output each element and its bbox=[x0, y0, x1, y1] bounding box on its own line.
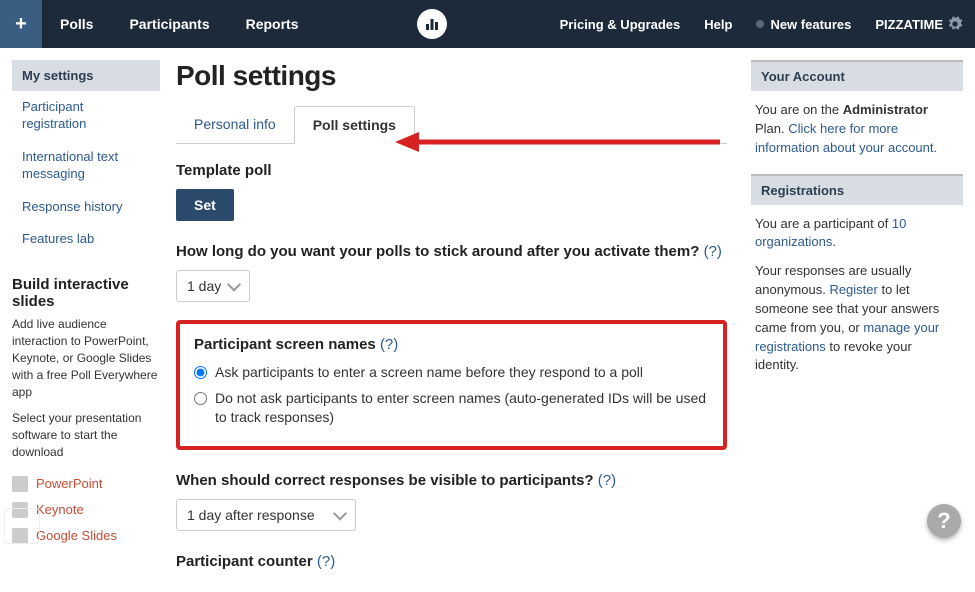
sidebar-participant-registration[interactable]: Participant registration bbox=[12, 91, 160, 141]
stick-around-select[interactable]: 1 day bbox=[176, 270, 250, 302]
build-slides-heading: Build interactive slides bbox=[12, 276, 160, 310]
nav-polls[interactable]: Polls bbox=[42, 0, 111, 48]
participant-counter-label: Participant counter (?) bbox=[176, 553, 727, 570]
template-poll-label: Template poll bbox=[176, 162, 727, 179]
tab-poll-settings[interactable]: Poll settings bbox=[294, 106, 415, 144]
radio-input[interactable] bbox=[194, 392, 207, 405]
your-account-heading: Your Account bbox=[751, 60, 963, 91]
registrations-heading: Registrations bbox=[751, 174, 963, 205]
page-title: Poll settings bbox=[176, 60, 727, 92]
correct-responses-select[interactable]: 1 day after response bbox=[176, 499, 356, 531]
screen-names-label: Participant screen names (?) bbox=[194, 336, 709, 353]
radio-ask-screen-name[interactable]: Ask participants to enter a screen name … bbox=[194, 363, 709, 383]
sidebar: My settings Participant registration Int… bbox=[12, 60, 160, 580]
sidebar-response-history[interactable]: Response history bbox=[12, 191, 160, 224]
radio-label: Ask participants to enter a screen name … bbox=[215, 363, 643, 383]
nav-help[interactable]: Help bbox=[692, 0, 744, 48]
tab-personal-info[interactable]: Personal info bbox=[176, 106, 294, 143]
radio-label: Do not ask participants to enter screen … bbox=[215, 389, 709, 428]
nav-participants[interactable]: Participants bbox=[111, 0, 227, 48]
stick-around-question: How long do you want your polls to stick… bbox=[176, 243, 727, 260]
sidebar-my-settings[interactable]: My settings bbox=[12, 60, 160, 91]
nav-reports[interactable]: Reports bbox=[228, 0, 317, 48]
dot-icon bbox=[756, 20, 764, 28]
nav-pricing[interactable]: Pricing & Upgrades bbox=[548, 0, 693, 48]
bars-icon bbox=[424, 16, 440, 32]
sidebar-intl-text[interactable]: International text messaging bbox=[12, 141, 160, 191]
help-icon[interactable]: (?) bbox=[317, 553, 335, 570]
help-icon[interactable]: (?) bbox=[598, 472, 616, 489]
sidebar-features-lab[interactable]: Features lab bbox=[12, 223, 160, 256]
logo[interactable] bbox=[317, 9, 548, 39]
top-navbar: + Polls Participants Reports Pricing & U… bbox=[0, 0, 975, 48]
nav-new-features[interactable]: New features bbox=[744, 0, 863, 48]
help-fab[interactable]: ? bbox=[927, 504, 961, 538]
radio-no-screen-name[interactable]: Do not ask participants to enter screen … bbox=[194, 389, 709, 428]
register-link[interactable]: Register bbox=[829, 282, 877, 297]
select-software-text: Select your presentation software to sta… bbox=[12, 410, 160, 460]
set-button[interactable]: Set bbox=[176, 189, 234, 221]
screen-names-highlight: Participant screen names (?) Ask partici… bbox=[176, 320, 727, 450]
your-account-body: You are on the Administrator Plan. Click… bbox=[751, 91, 963, 174]
nav-user[interactable]: PIZZATIME bbox=[863, 0, 975, 48]
gear-icon bbox=[947, 16, 963, 32]
settings-tabs: Personal info Poll settings bbox=[176, 106, 727, 144]
powerpoint-icon bbox=[12, 476, 28, 492]
download-powerpoint[interactable]: PowerPoint bbox=[12, 471, 160, 497]
right-column: Your Account You are on the Administrato… bbox=[751, 60, 963, 580]
corner-icon bbox=[4, 508, 40, 544]
build-slides-text: Add live audience interaction to PowerPo… bbox=[12, 316, 160, 400]
radio-input[interactable] bbox=[194, 366, 207, 379]
new-button[interactable]: + bbox=[0, 0, 42, 48]
help-icon[interactable]: (?) bbox=[380, 336, 398, 353]
correct-responses-question: When should correct responses be visible… bbox=[176, 472, 727, 489]
help-icon[interactable]: (?) bbox=[704, 243, 722, 260]
registrations-body: You are a participant of 10 organization… bbox=[751, 205, 963, 392]
main-content: Poll settings Personal info Poll setting… bbox=[176, 60, 735, 580]
